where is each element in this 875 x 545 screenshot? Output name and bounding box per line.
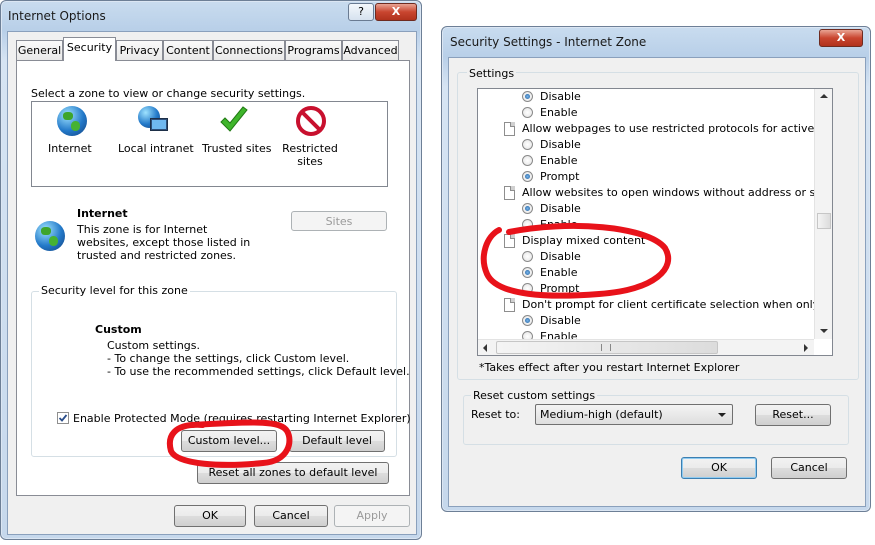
window-title: Internet Options bbox=[8, 9, 106, 23]
help-button[interactable]: ? bbox=[348, 3, 374, 21]
custom-level-title: Custom bbox=[95, 323, 142, 336]
tab-programs[interactable]: Programs bbox=[285, 40, 342, 60]
setting-option-label: Disable bbox=[540, 138, 581, 151]
restricted-icon bbox=[296, 106, 326, 136]
setting-row[interactable]: Disable bbox=[478, 201, 814, 217]
reset-button[interactable]: Reset... bbox=[755, 404, 831, 426]
tab-general[interactable]: General bbox=[16, 40, 63, 60]
apply-button[interactable]: Apply bbox=[334, 505, 410, 527]
setting-option-label: Disable bbox=[540, 202, 581, 215]
reset-to-value: Medium-high (default) bbox=[540, 408, 663, 421]
setting-option-label: Enable bbox=[540, 154, 578, 167]
radio-button[interactable] bbox=[522, 315, 533, 326]
custom-line-2: - To change the settings, click Custom l… bbox=[107, 352, 350, 365]
selected-zone-description: This zone is for Internet websites, exce… bbox=[77, 223, 251, 262]
setting-row[interactable]: Disable bbox=[478, 89, 814, 105]
close-button[interactable]: X bbox=[375, 3, 417, 21]
security-settings-title: Security Settings - Internet Zone bbox=[450, 35, 647, 49]
red-annotation-circle bbox=[166, 419, 293, 468]
cancel-button[interactable]: Cancel bbox=[254, 505, 328, 527]
reset-to-label: Reset to: bbox=[471, 408, 520, 421]
zone-list: Internet Local intranet Trusted sites Re… bbox=[31, 101, 388, 187]
tab-content[interactable]: Content bbox=[163, 40, 213, 60]
scroll-up-arrow-icon[interactable] bbox=[820, 94, 828, 98]
tab-privacy[interactable]: Privacy bbox=[116, 40, 163, 60]
intranet-icon bbox=[138, 106, 170, 136]
security-cancel-button[interactable]: Cancel bbox=[771, 457, 847, 479]
setting-page-icon bbox=[504, 122, 515, 136]
checkbox-check-icon bbox=[58, 414, 68, 422]
chevron-down-icon bbox=[718, 413, 726, 417]
grip-icon bbox=[601, 344, 611, 351]
default-level-button[interactable]: Default level bbox=[289, 430, 385, 452]
scroll-left-arrow-icon[interactable] bbox=[483, 344, 487, 352]
security-settings-window: Security Settings - Internet Zone X Sett… bbox=[441, 26, 871, 512]
setting-category-label: Allow webpages to use restricted protoco… bbox=[522, 122, 814, 135]
setting-option-label: Prompt bbox=[540, 170, 580, 183]
radio-button[interactable] bbox=[522, 171, 533, 182]
zone-trusted-sites-label: Trusted sites bbox=[202, 142, 272, 155]
radio-button[interactable] bbox=[522, 107, 533, 118]
setting-option-label: Enable bbox=[540, 106, 578, 119]
security-settings-body: Settings Disable Enable Allow webpages t… bbox=[448, 57, 866, 507]
internet-options-window: Internet Options ? X General Security Pr… bbox=[0, 0, 422, 540]
tab-security[interactable]: Security bbox=[63, 37, 116, 61]
tab-connections[interactable]: Connections bbox=[213, 40, 285, 60]
radio-button[interactable] bbox=[522, 139, 533, 150]
custom-line-1: Custom settings. bbox=[107, 339, 201, 352]
security-ok-button[interactable]: OK bbox=[681, 457, 757, 479]
tab-advanced[interactable]: Advanced bbox=[342, 40, 399, 60]
restart-note: *Takes effect after you restart Internet… bbox=[479, 361, 740, 374]
globe-icon bbox=[57, 106, 87, 136]
setting-option-label: Disable bbox=[540, 90, 581, 103]
selected-zone-globe-icon bbox=[35, 221, 65, 251]
setting-row[interactable]: Prompt bbox=[478, 169, 814, 185]
radio-button[interactable] bbox=[522, 155, 533, 166]
reset-to-dropdown[interactable]: Medium-high (default) bbox=[535, 404, 733, 425]
setting-row[interactable]: Disable bbox=[478, 313, 814, 329]
scroll-right-arrow-icon[interactable] bbox=[804, 344, 808, 352]
setting-category: Allow websites to open windows without a… bbox=[478, 185, 814, 201]
setting-category: Allow webpages to use restricted protoco… bbox=[478, 121, 814, 137]
protected-mode-checkbox[interactable] bbox=[57, 412, 69, 424]
vertical-scroll-thumb[interactable] bbox=[817, 213, 831, 229]
zone-internet[interactable]: Internet bbox=[42, 106, 102, 166]
security-level-label: Security level for this zone bbox=[39, 284, 190, 297]
reset-custom-settings-label: Reset custom settings bbox=[471, 389, 598, 402]
red-annotation-circle bbox=[480, 222, 672, 299]
checkmark-icon bbox=[218, 106, 250, 136]
zone-restricted-sites-label: Restricted sites bbox=[282, 142, 338, 168]
setting-option-label: Disable bbox=[540, 314, 581, 327]
security-tab-panel: Select a zone to view or change security… bbox=[16, 60, 411, 496]
security-settings-close-button[interactable]: X bbox=[819, 29, 863, 47]
radio-button[interactable] bbox=[522, 91, 533, 102]
select-zone-text: Select a zone to view or change security… bbox=[31, 87, 306, 100]
settings-label: Settings bbox=[467, 67, 517, 80]
zone-restricted-sites[interactable]: Restricted sites bbox=[276, 106, 346, 178]
setting-row[interactable]: Enable bbox=[478, 105, 814, 121]
dialog-body: General Security Privacy Content Connect… bbox=[7, 31, 417, 535]
ok-button[interactable]: OK bbox=[174, 505, 246, 527]
zone-trusted-sites[interactable]: Trusted sites bbox=[198, 106, 274, 166]
scroll-down-arrow-icon[interactable] bbox=[820, 329, 828, 333]
setting-category-label: Allow websites to open windows without a… bbox=[522, 186, 814, 199]
setting-page-icon bbox=[504, 186, 515, 200]
zone-local-intranet[interactable]: Local intranet bbox=[116, 106, 196, 166]
zone-local-intranet-label: Local intranet bbox=[118, 142, 194, 155]
sites-button[interactable]: Sites bbox=[291, 211, 387, 231]
horizontal-scroll-thumb[interactable] bbox=[496, 341, 718, 354]
setting-row[interactable]: Disable bbox=[478, 137, 814, 153]
zone-internet-label: Internet bbox=[48, 142, 92, 155]
custom-line-3: - To use the recommended settings, click… bbox=[107, 365, 410, 378]
selected-zone-title: Internet bbox=[77, 207, 128, 220]
radio-button[interactable] bbox=[522, 203, 533, 214]
vertical-scrollbar[interactable] bbox=[814, 89, 832, 339]
setting-row[interactable]: Enable bbox=[478, 153, 814, 169]
horizontal-scrollbar[interactable] bbox=[478, 339, 814, 355]
